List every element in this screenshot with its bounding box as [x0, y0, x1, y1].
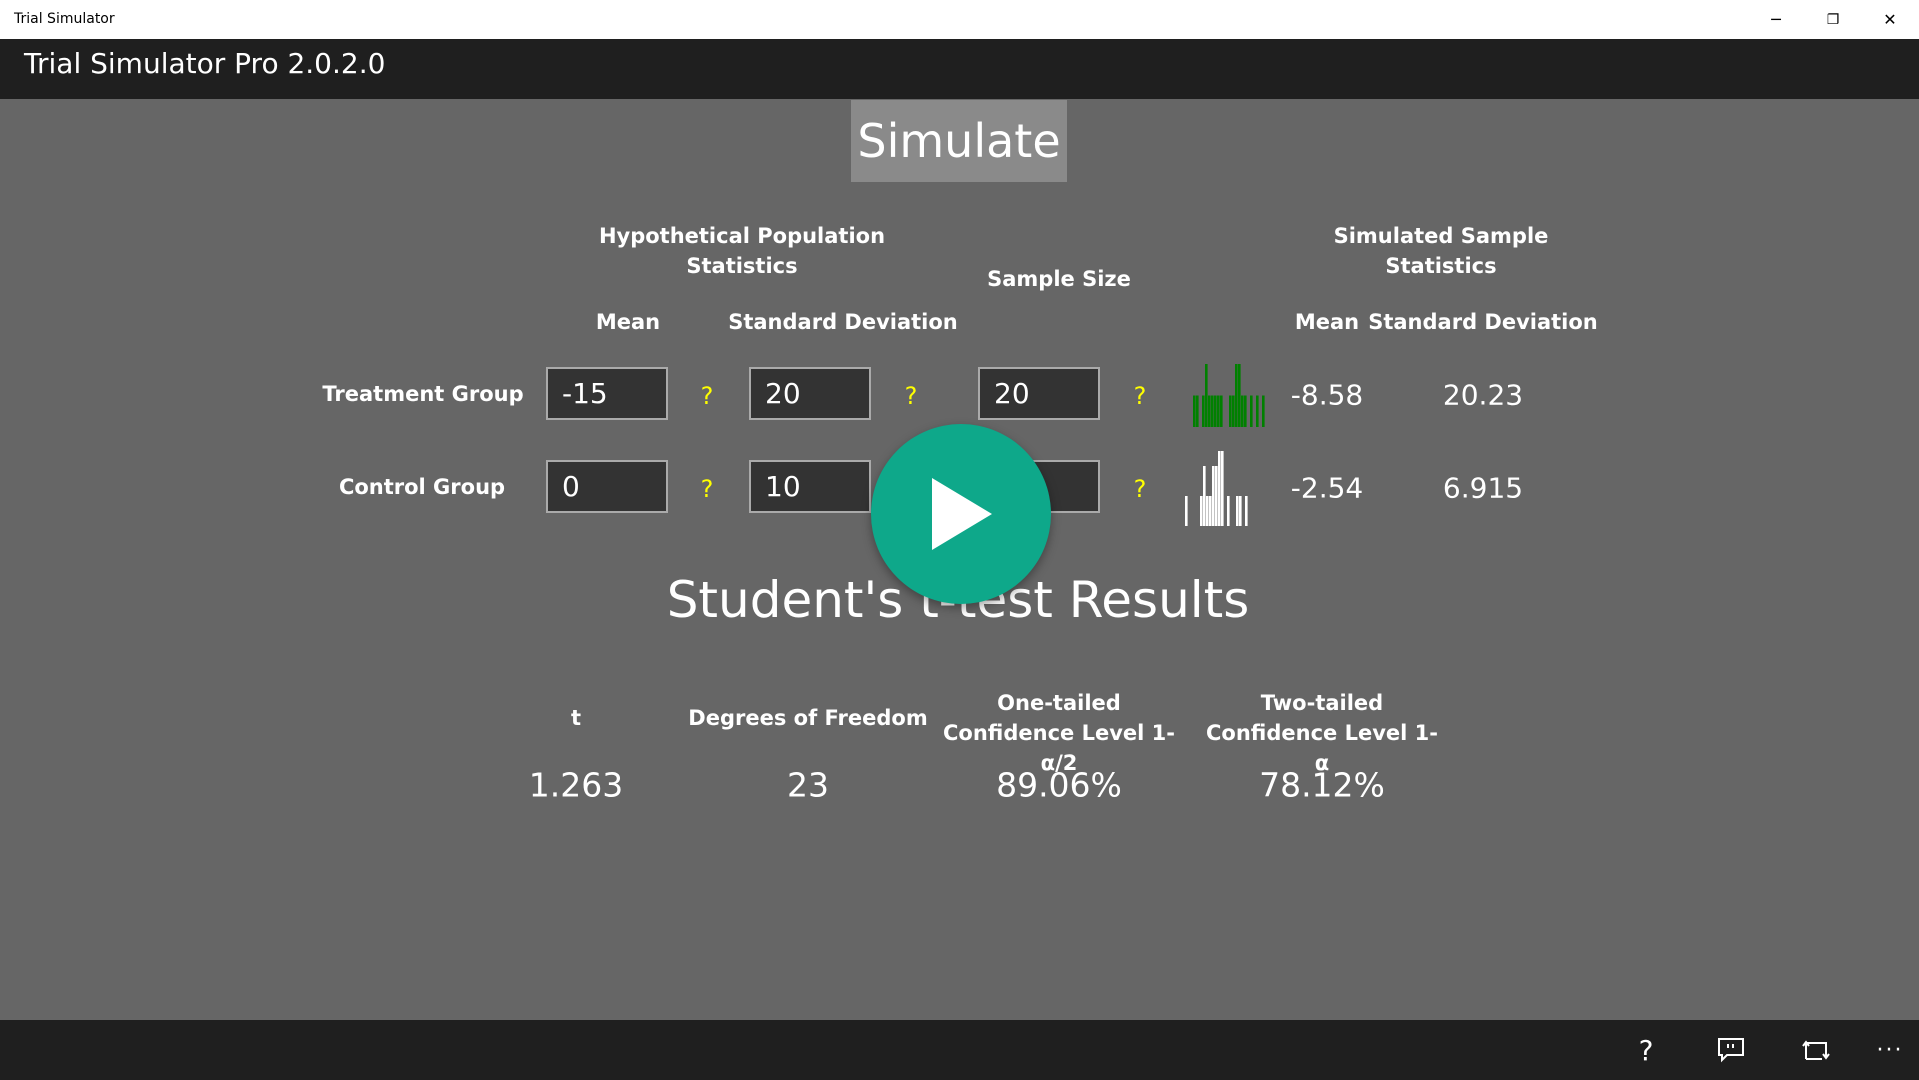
sd-help-icon[interactable]: ? [905, 382, 918, 410]
t-header: t [570, 706, 582, 730]
population-stats-header: Hypothetical Population Statistics [598, 224, 886, 278]
control-mean-input[interactable] [546, 460, 668, 513]
control-sim-sd: 6.915 [1442, 471, 1524, 505]
histogram-bar [1262, 395, 1265, 427]
histogram-bar [1221, 451, 1224, 526]
histogram-bar [1218, 451, 1221, 526]
feedback-icon[interactable] [1701, 1020, 1761, 1080]
play-button[interactable] [871, 424, 1051, 604]
histogram-bar [1238, 364, 1241, 427]
restore-button[interactable]: ❐ [1805, 0, 1861, 39]
sd-header: Standard Deviation [728, 310, 958, 334]
one-tailed-value: 89.06% [996, 765, 1122, 805]
mean-help-icon[interactable]: ? [701, 475, 714, 503]
app-title: Trial Simulator Pro 2.0.2.0 [24, 47, 386, 80]
control-sim-mean: -2.54 [1290, 471, 1364, 505]
sim-mean-header: Mean [1294, 310, 1360, 334]
histogram-bar [1200, 496, 1203, 526]
histogram-bar [1236, 496, 1239, 526]
histogram-bar [1185, 496, 1188, 526]
treatment-mean-input[interactable] [546, 367, 668, 420]
histogram-bar [1208, 395, 1211, 427]
histogram-bar [1220, 395, 1223, 427]
control-histogram [1185, 451, 1248, 526]
repeat-icon[interactable] [1786, 1020, 1846, 1080]
histogram-bar [1215, 466, 1218, 526]
control-sd-input[interactable] [749, 460, 871, 513]
window-title: Trial Simulator [14, 11, 115, 27]
control-group-label: Control Group [338, 475, 506, 499]
histogram-bar [1256, 395, 1259, 427]
treatment-histogram [1193, 364, 1265, 427]
simulated-stats-header: Simulated Sample Statistics [1333, 224, 1549, 278]
simulate-button[interactable]: Simulate [851, 100, 1067, 182]
histogram-bar [1203, 466, 1206, 526]
t-value: 1.263 [528, 765, 624, 805]
treatment-sim-mean: -8.58 [1290, 378, 1364, 412]
histogram-bar [1214, 395, 1217, 427]
help-icon[interactable]: ? [1616, 1020, 1676, 1080]
play-icon [932, 478, 992, 550]
dof-value: 23 [787, 765, 829, 805]
minimize-button[interactable]: ─ [1748, 0, 1804, 39]
sample-size-help-icon[interactable]: ? [1134, 382, 1147, 410]
histogram-bar [1250, 395, 1253, 427]
two-tailed-header: Two-tailed Confidence Level 1- α [1206, 691, 1438, 775]
sample-size-header: Sample Size [987, 267, 1131, 291]
histogram-bar [1217, 395, 1220, 427]
dof-header: Degrees of Freedom [688, 706, 928, 730]
two-tailed-value: 78.12% [1259, 765, 1385, 805]
histogram-bar [1202, 395, 1205, 427]
histogram-bar [1227, 496, 1230, 526]
histogram-bar [1211, 395, 1214, 427]
histogram-bar [1193, 395, 1196, 427]
treatment-sample-size-input[interactable] [978, 367, 1100, 420]
histogram-bar [1212, 466, 1215, 526]
mean-header: Mean [595, 310, 661, 334]
one-tailed-header: One-tailed Confidence Level 1- α/2 [943, 691, 1175, 775]
treatment-group-label: Treatment Group [322, 382, 524, 406]
histogram-bar [1209, 496, 1212, 526]
histogram-bar [1232, 395, 1235, 427]
histogram-bar [1235, 364, 1238, 427]
treatment-sd-input[interactable] [749, 367, 871, 420]
sample-size-help-icon[interactable]: ? [1134, 475, 1147, 503]
histogram-bar [1205, 364, 1208, 427]
histogram-bar [1241, 395, 1244, 427]
histogram-bar [1206, 496, 1209, 526]
histogram-bar [1196, 395, 1199, 427]
histogram-bar [1229, 395, 1232, 427]
title-bar: Trial Simulator ─ ❐ ✕ [0, 0, 1919, 39]
more-icon[interactable]: ··· [1860, 1020, 1919, 1080]
app-header: Trial Simulator Pro 2.0.2.0 [0, 39, 1919, 99]
histogram-bar [1245, 496, 1248, 526]
close-button[interactable]: ✕ [1862, 0, 1918, 39]
mean-help-icon[interactable]: ? [701, 382, 714, 410]
sim-sd-header: Standard Deviation [1368, 310, 1598, 334]
treatment-sim-sd: 20.23 [1442, 378, 1524, 412]
histogram-bar [1244, 395, 1247, 427]
histogram-bar [1239, 496, 1242, 526]
